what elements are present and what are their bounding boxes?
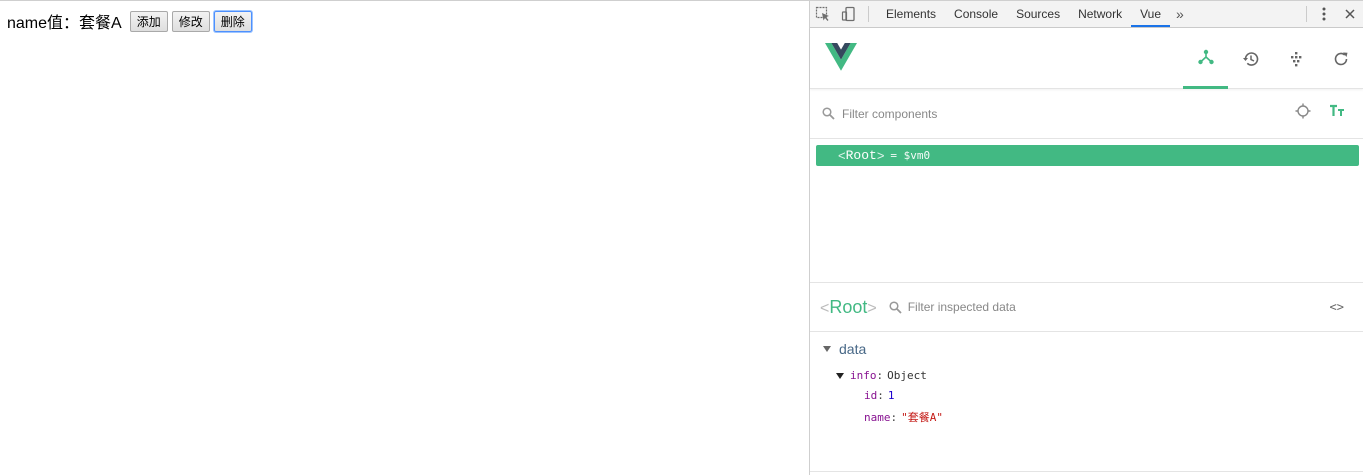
select-component-icon[interactable] xyxy=(1295,103,1311,124)
inspector-data: data info: Object id: 1 name: "套餐A" xyxy=(810,332,1363,472)
data-heading-label: data xyxy=(839,341,867,357)
vm-reference: = $vm0 xyxy=(890,149,931,162)
format-component-names-icon[interactable] xyxy=(1329,104,1345,123)
data-section-toggle[interactable]: data xyxy=(823,341,866,357)
data-value: Object xyxy=(887,369,927,382)
close-icon[interactable] xyxy=(1337,1,1363,27)
vuex-icon[interactable] xyxy=(1273,28,1318,89)
tag-close: > xyxy=(876,148,885,163)
tab-elements[interactable]: Elements xyxy=(877,1,945,27)
data-value: 1 xyxy=(887,389,895,402)
data-key: id xyxy=(864,389,878,402)
vue-nav xyxy=(1183,28,1363,89)
add-button[interactable]: 添加 xyxy=(129,10,168,32)
inspected-component-title: <Root> xyxy=(820,297,877,318)
search-icon xyxy=(889,300,902,314)
components-icon[interactable] xyxy=(1183,28,1228,89)
tab-sources[interactable]: Sources xyxy=(1007,1,1069,27)
data-row-info[interactable]: info: Object xyxy=(836,369,927,382)
delete-button[interactable]: 删除 xyxy=(213,10,252,32)
toolbar-separator xyxy=(1306,6,1307,22)
inspector-header: <Root> <> xyxy=(810,282,1363,332)
filter-components-bar xyxy=(810,89,1363,139)
edit-button[interactable]: 修改 xyxy=(171,10,210,32)
tag-close: > xyxy=(867,299,877,317)
tag-open: < xyxy=(838,148,846,163)
tab-console[interactable]: Console xyxy=(945,1,1007,27)
data-row-id: id: 1 xyxy=(864,389,895,402)
kebab-menu-icon[interactable] xyxy=(1311,1,1337,27)
data-key: info xyxy=(850,369,877,382)
data-row-name: name: "套餐A" xyxy=(864,409,943,425)
vue-logo-icon xyxy=(825,43,857,76)
tab-network[interactable]: Network xyxy=(1069,1,1131,27)
device-toolbar-icon[interactable] xyxy=(836,1,862,27)
more-tabs-icon[interactable]: » xyxy=(1170,6,1190,22)
history-icon[interactable] xyxy=(1228,28,1273,89)
inspect-element-icon[interactable] xyxy=(810,1,836,27)
tab-vue[interactable]: Vue xyxy=(1131,1,1171,27)
toolbar-separator xyxy=(868,6,869,22)
bottom-divider xyxy=(810,471,1363,475)
expand-triangle-icon xyxy=(836,372,844,379)
name-label: name值：套餐A xyxy=(7,15,122,32)
devtools-panel: Elements Console Sources Network Vue » F… xyxy=(809,1,1363,475)
collapse-triangle-icon xyxy=(823,346,831,352)
data-value[interactable]: "套餐A" xyxy=(901,409,943,425)
code-toggle-icon[interactable]: <> xyxy=(1330,300,1344,314)
page-viewport: name值：套餐A 添加 修改 删除 xyxy=(0,1,809,475)
vue-devtools-header xyxy=(810,28,1363,89)
data-key: name xyxy=(864,410,891,424)
name-row: name值：套餐A 添加 修改 删除 xyxy=(7,9,252,33)
inspected-component-name: Root xyxy=(829,296,868,317)
tree-row-root[interactable]: < Root > = $vm0 xyxy=(816,145,1359,166)
search-icon xyxy=(822,107,835,120)
refresh-icon[interactable] xyxy=(1318,28,1363,89)
component-name: Root xyxy=(845,148,877,163)
filter-inspected-data-input[interactable] xyxy=(907,300,1288,314)
colon: : xyxy=(890,410,898,424)
devtools-toolbar: Elements Console Sources Network Vue » xyxy=(810,1,1363,28)
tag-open: < xyxy=(820,299,830,317)
filter-components-input[interactable] xyxy=(842,106,1242,121)
screen: name值：套餐A 添加 修改 删除 Elements Console Sour… xyxy=(0,0,1363,475)
colon: : xyxy=(876,369,884,382)
colon: : xyxy=(877,389,884,402)
component-tree: < Root > = $vm0 xyxy=(810,139,1363,282)
